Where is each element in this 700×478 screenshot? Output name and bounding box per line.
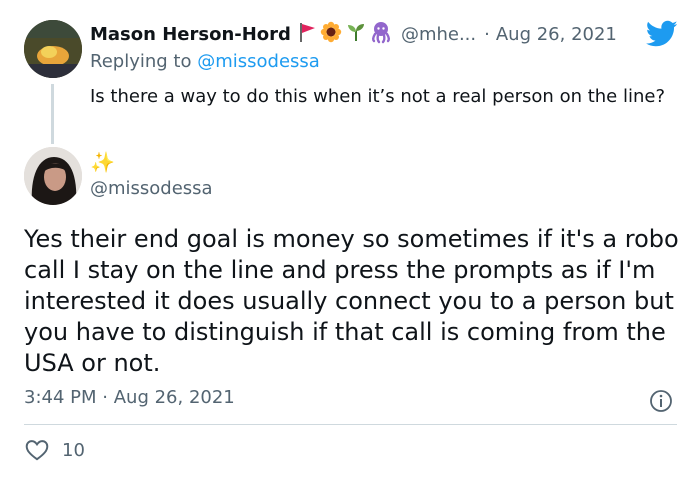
- parent-author-handle[interactable]: @mhe...: [401, 24, 476, 45]
- reply-tweet-text: Yes their end goal is money so sometimes…: [24, 225, 679, 377]
- parent-author-avatar[interactable]: [24, 20, 82, 78]
- parent-tweet-date[interactable]: Aug 26, 2021: [496, 24, 617, 45]
- tweet-date: Aug 26, 2021: [113, 387, 235, 408]
- parent-author-name[interactable]: Mason Herson-Hord: [90, 24, 291, 45]
- info-icon[interactable]: [649, 389, 673, 413]
- separator-dot: ·: [102, 387, 108, 408]
- like-action[interactable]: 10: [24, 437, 85, 463]
- heart-icon[interactable]: [24, 437, 50, 463]
- divider: [24, 424, 677, 425]
- reply-author-avatar[interactable]: [24, 147, 82, 205]
- avatar-image: [24, 147, 82, 205]
- replying-to-mention[interactable]: @missodessa: [197, 51, 320, 72]
- seedling-icon: [345, 21, 367, 47]
- like-count: 10: [62, 439, 85, 461]
- octopus-icon: [369, 20, 393, 48]
- twitter-bird-icon[interactable]: [645, 20, 678, 48]
- separator-dot: ·: [484, 23, 490, 45]
- tweet-timestamp[interactable]: 3:44 PM · Aug 26, 2021: [24, 387, 235, 408]
- red-flag-icon: [297, 21, 317, 47]
- parent-tweet-header: Mason Herson-Hord @mhe... · Aug 26, 2021: [90, 20, 617, 48]
- replying-prefix: Replying to: [90, 51, 192, 72]
- tweet-time: 3:44 PM: [24, 387, 97, 408]
- avatar-image: [24, 20, 82, 78]
- parent-tweet-text: Is there a way to do this when it’s not …: [90, 86, 666, 107]
- reply-author-name[interactable]: ✨: [90, 150, 115, 174]
- sunflower-icon: [319, 20, 343, 48]
- replying-to-line: Replying to @missodessa: [90, 51, 320, 72]
- thread-connector-line: [51, 84, 54, 144]
- name-emojis: [297, 20, 393, 48]
- reply-author-handle[interactable]: @missodessa: [90, 178, 213, 199]
